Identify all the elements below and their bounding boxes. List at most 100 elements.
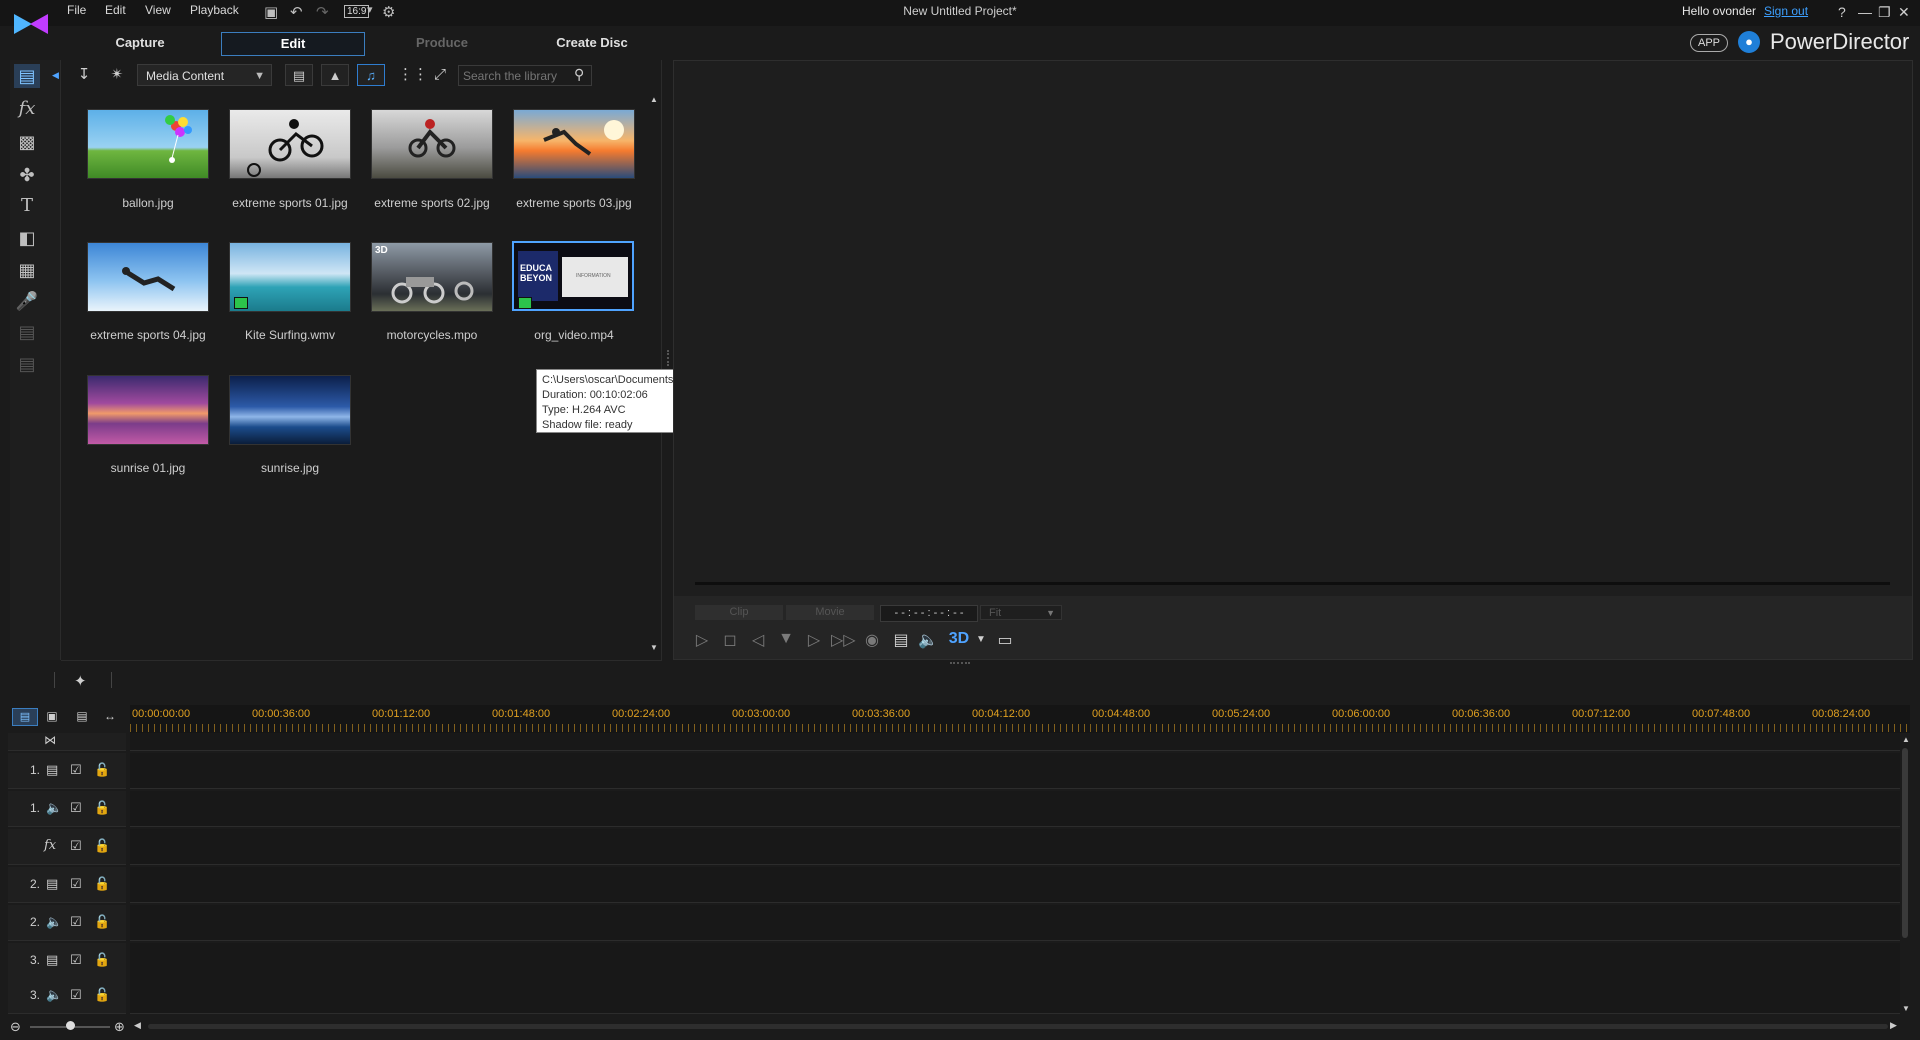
fit-timeline-icon[interactable]: ↔ xyxy=(98,708,122,724)
thumbnail-extreme-sports-02[interactable] xyxy=(371,109,493,179)
audio-mixing-room-icon[interactable]: ▦ xyxy=(14,258,40,282)
subtitle-toggle-icon[interactable]: ▤ xyxy=(890,630,912,650)
thumbnail-extreme-sports-04[interactable] xyxy=(87,242,209,312)
thumbnail-ballon[interactable] xyxy=(87,109,209,179)
tab-edit[interactable]: Edit xyxy=(221,32,365,56)
timeline-horizontal-scrollbar[interactable] xyxy=(148,1024,1888,1029)
chevron-down-icon[interactable]: ▼ xyxy=(970,634,992,645)
tab-produce[interactable]: Produce xyxy=(402,32,482,54)
scroll-up-icon[interactable]: ▲ xyxy=(1902,735,1910,744)
split-icon[interactable]: ▼ xyxy=(775,630,797,648)
grid-view-icon[interactable]: ⋮⋮ xyxy=(398,64,428,86)
title-room-icon[interactable]: T xyxy=(14,194,40,218)
scroll-right-icon[interactable]: ▶ xyxy=(1890,1020,1897,1031)
track-audio-2[interactable] xyxy=(130,905,1900,941)
notification-bell-icon[interactable]: ● xyxy=(1738,31,1760,53)
media-content-select[interactable]: Media Content ▼ xyxy=(137,64,272,86)
track-fx[interactable] xyxy=(130,829,1900,865)
fast-forward-icon[interactable]: ▷▷ xyxy=(831,630,856,650)
help-icon[interactable]: ? xyxy=(1838,4,1846,20)
lock-icon[interactable]: 🔓 xyxy=(94,800,110,816)
restore-icon[interactable]: ❐ xyxy=(1878,4,1891,21)
timeline-view-button[interactable]: ▤ xyxy=(12,708,38,726)
filter-image-button[interactable]: ▲ xyxy=(321,64,349,86)
thumbnail-org-video[interactable]: EDUCA BEYON INFORMATION xyxy=(512,241,634,311)
library-search-input[interactable] xyxy=(458,65,592,86)
pip-room-icon[interactable]: ▩ xyxy=(14,130,40,154)
search-icon[interactable]: ⚲ xyxy=(574,66,584,83)
menu-edit[interactable]: Edit xyxy=(105,3,126,17)
lock-icon[interactable]: 🔓 xyxy=(94,838,110,854)
chevron-down-icon[interactable]: ▾ xyxy=(367,3,373,16)
save-icon[interactable]: ▣ xyxy=(264,3,278,21)
track-enable-checkbox[interactable]: ☑ xyxy=(70,876,82,892)
track-enable-checkbox[interactable]: ☑ xyxy=(70,952,82,968)
storyboard-view-button[interactable]: ▣ xyxy=(40,708,64,724)
filter-audio-button[interactable]: ♫ xyxy=(357,64,385,86)
undock-preview-icon[interactable]: ▭ xyxy=(994,630,1016,650)
chapter-room-icon[interactable]: ▤ xyxy=(14,320,40,344)
lock-icon[interactable]: 🔓 xyxy=(94,914,110,930)
lock-icon[interactable]: 🔓 xyxy=(94,987,110,1003)
scroll-up-icon[interactable]: ▲ xyxy=(650,95,658,104)
timecode-field[interactable]: - - : - - : - - : - - xyxy=(880,605,978,622)
sign-out-link[interactable]: Sign out xyxy=(1764,4,1808,18)
magic-tools-icon[interactable]: ✦ xyxy=(74,672,87,690)
voice-over-icon[interactable]: 🎤 xyxy=(14,289,40,313)
track-video-3[interactable] xyxy=(130,943,1900,979)
clip-mode-button[interactable]: Clip xyxy=(695,605,783,620)
fx-room-icon[interactable]: fx xyxy=(14,97,40,121)
snapshot-icon[interactable]: ◉ xyxy=(861,630,883,650)
media-room-icon[interactable]: ▤ xyxy=(14,64,40,88)
transition-room-icon[interactable]: ◧ xyxy=(14,226,40,250)
preview-scrub-bar[interactable] xyxy=(695,582,1890,585)
filter-video-button[interactable]: ▤ xyxy=(285,64,313,86)
scroll-down-icon[interactable]: ▼ xyxy=(1902,1004,1910,1013)
track-manager-icon[interactable]: ▤ xyxy=(70,708,94,724)
lock-icon[interactable]: 🔓 xyxy=(94,762,110,778)
track-video-2[interactable] xyxy=(130,867,1900,903)
scroll-left-icon[interactable]: ◀ xyxy=(134,1020,141,1031)
lock-icon[interactable]: 🔓 xyxy=(94,876,110,892)
scroll-down-icon[interactable]: ▼ xyxy=(650,643,658,652)
tab-create-disc[interactable]: Create Disc xyxy=(552,32,632,54)
thumbnail-kite-surfing[interactable] xyxy=(229,242,351,312)
thumbnail-extreme-sports-03[interactable] xyxy=(513,109,635,179)
menu-playback[interactable]: Playback xyxy=(190,3,239,17)
track-enable-checkbox[interactable]: ☑ xyxy=(70,762,82,778)
movie-mode-button[interactable]: Movie xyxy=(786,605,874,620)
zoom-fit-select[interactable]: Fit ▼ xyxy=(980,605,1062,620)
particle-room-icon[interactable]: ✤ xyxy=(14,163,40,187)
zoom-out-icon[interactable]: ⊖ xyxy=(10,1019,21,1035)
volume-icon[interactable]: 🔈 xyxy=(917,630,939,650)
marker-track[interactable] xyxy=(130,733,1900,751)
subtitle-room-icon[interactable]: ▤ xyxy=(14,352,40,376)
track-video-1[interactable] xyxy=(130,753,1900,789)
thumbnail-extreme-sports-01[interactable] xyxy=(229,109,351,179)
aspect-ratio-button[interactable]: 16:9 xyxy=(344,5,370,18)
timeline-vertical-scrollbar[interactable] xyxy=(1902,748,1908,938)
tab-capture[interactable]: Capture xyxy=(100,32,180,54)
track-audio-1[interactable] xyxy=(130,791,1900,827)
stop-icon[interactable]: ◻ xyxy=(719,630,741,650)
menu-view[interactable]: View xyxy=(145,3,171,17)
plugins-icon[interactable]: ✴ xyxy=(105,64,129,86)
thumbnail-sunrise-01[interactable] xyxy=(87,375,209,445)
minimize-icon[interactable]: — xyxy=(1858,4,1872,20)
previous-frame-icon[interactable]: ◁ xyxy=(747,630,769,650)
3d-mode-button[interactable]: 3D xyxy=(948,630,970,648)
track-enable-checkbox[interactable]: ☑ xyxy=(70,987,82,1003)
zoom-in-icon[interactable]: ⊕ xyxy=(114,1019,125,1035)
play-icon[interactable]: ▷ xyxy=(691,630,713,650)
gear-icon[interactable]: ⚙ xyxy=(382,3,395,21)
zoom-slider-handle[interactable] xyxy=(66,1021,75,1030)
close-icon[interactable]: ✕ xyxy=(1898,4,1910,21)
track-enable-checkbox[interactable]: ☑ xyxy=(70,838,82,854)
redo-icon[interactable]: ↷ xyxy=(316,3,329,21)
fullscreen-icon[interactable]: ⤢ xyxy=(428,64,452,86)
thumbnail-sunrise[interactable] xyxy=(229,375,351,445)
import-media-icon[interactable]: ↧ xyxy=(72,64,96,86)
track-enable-checkbox[interactable]: ☑ xyxy=(70,914,82,930)
marker-icon[interactable]: ⋈ xyxy=(44,733,56,747)
undo-icon[interactable]: ↶ xyxy=(290,3,303,21)
